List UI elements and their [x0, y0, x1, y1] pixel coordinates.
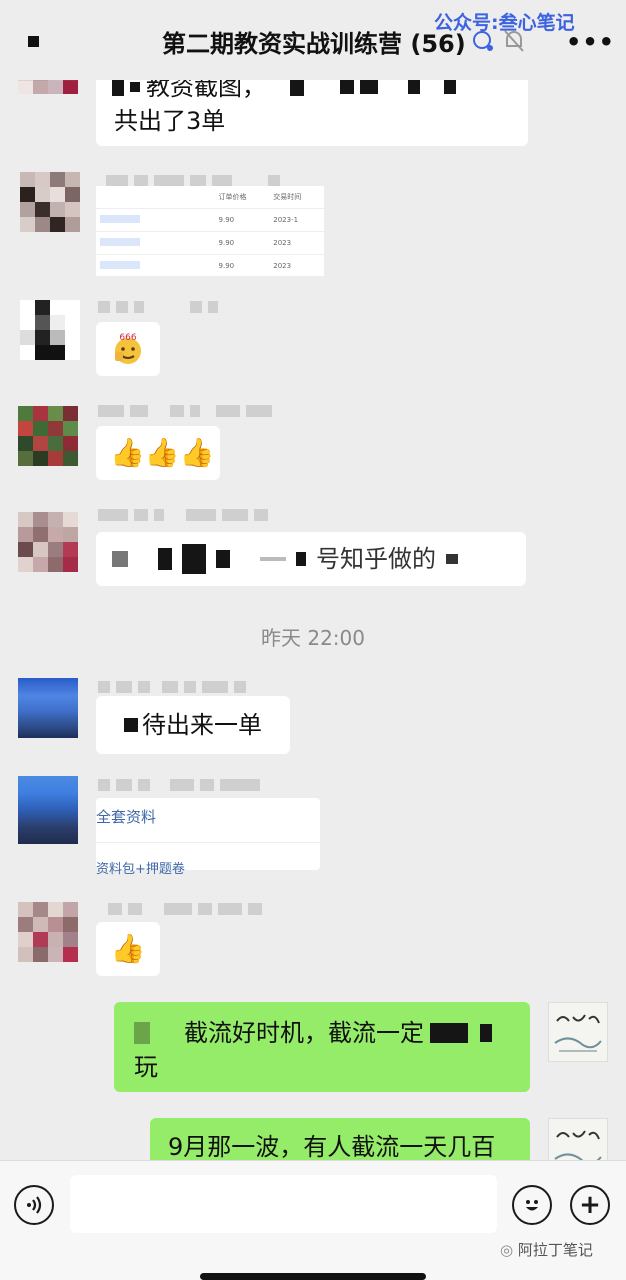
card-subtitle[interactable]: 资料包+押题卷	[96, 858, 185, 877]
sender-name	[98, 778, 260, 792]
order-time: 2023	[273, 239, 292, 247]
emoji-button[interactable]	[512, 1185, 552, 1225]
message-bubble[interactable]: 号知乎做的	[96, 532, 526, 586]
sender-name	[108, 902, 262, 916]
sender-name	[98, 680, 246, 694]
emoji-icon	[526, 1200, 538, 1211]
avatar[interactable]	[18, 678, 78, 738]
message-text: 待出来一单	[142, 711, 262, 739]
sender-name	[98, 300, 218, 314]
message-text: 9月那一波，有人截流一天几百	[168, 1133, 496, 1161]
avatar[interactable]	[20, 172, 80, 232]
avatar[interactable]	[18, 512, 78, 572]
message-bubble[interactable]: 👍	[96, 922, 160, 976]
back-icon[interactable]	[28, 36, 39, 47]
order-screenshot[interactable]: 订单价格 交易时间 9.90 2023-1 9.90 2023 9.90 202…	[96, 186, 324, 276]
message-bubble[interactable]: 教资截图， 共出了3单	[96, 70, 528, 146]
voice-button[interactable]	[14, 1185, 54, 1225]
order-header-time: 交易时间	[273, 193, 302, 201]
home-indicator[interactable]	[200, 1273, 426, 1280]
sender-name	[98, 404, 272, 418]
message-text: 共出了3单	[114, 107, 226, 135]
watermark-top: 公众号:叁心笔记	[434, 12, 575, 34]
time-divider: 昨天 22:00	[261, 626, 365, 650]
plus-button[interactable]: +	[570, 1185, 610, 1225]
card-title[interactable]: 全套资料	[96, 806, 156, 827]
avatar[interactable]	[18, 406, 78, 466]
chat-title: 第二期教资实战训练营 (56)	[162, 30, 466, 58]
self-message-bubble[interactable]: 截流好时机，截流一定 玩	[114, 1002, 530, 1092]
link-card[interactable]: 全套资料 资料包+押题卷	[96, 798, 320, 877]
watermark-bottom: ◎ 阿拉丁笔记	[500, 1241, 593, 1259]
input-bar: + ◎ 阿拉丁笔记	[0, 1160, 626, 1280]
sender-name	[98, 508, 268, 522]
order-time: 2023-1	[273, 216, 299, 224]
message-bubble[interactable]: 待出来一单	[96, 696, 290, 754]
thumbs-up-icon: 👍👍👍	[110, 436, 215, 469]
thumbs-up-icon: 👍	[110, 932, 146, 965]
order-price: 9.90	[218, 239, 235, 247]
message-input[interactable]	[70, 1175, 497, 1233]
avatar[interactable]	[20, 300, 80, 360]
message-bubble[interactable]: 666	[96, 322, 160, 376]
voice-icon	[27, 1196, 42, 1214]
message-bubble[interactable]: 👍👍👍	[96, 426, 220, 480]
calligraphy-logo-icon	[554, 1014, 602, 1052]
self-avatar[interactable]	[548, 1002, 608, 1062]
wechat-icon: ◎	[500, 1241, 518, 1259]
order-header-price: 订单价格	[218, 193, 247, 201]
666-emoji-icon: 666	[115, 333, 141, 364]
order-time: 2023	[273, 262, 292, 270]
message-text: 号知乎做的	[316, 545, 436, 573]
message-text: 截流好时机，截流一定	[184, 1019, 424, 1047]
avatar[interactable]	[18, 776, 78, 844]
message-text: 玩	[134, 1053, 158, 1081]
order-price: 9.90	[218, 216, 235, 224]
avatar[interactable]	[18, 902, 78, 962]
emoji-caption: 666	[119, 333, 136, 343]
order-price: 9.90	[218, 262, 235, 270]
